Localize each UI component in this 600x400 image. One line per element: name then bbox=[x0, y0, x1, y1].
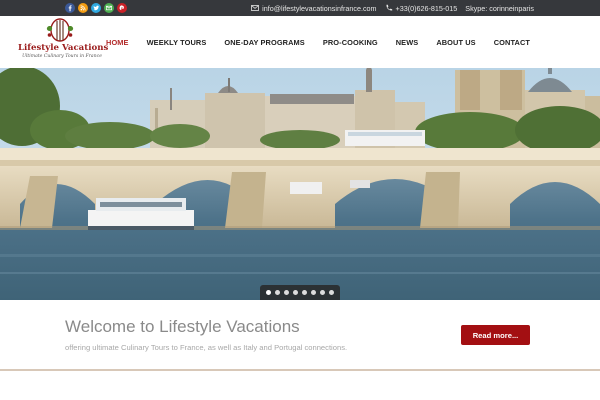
logo-icon bbox=[46, 18, 74, 42]
slider-dot[interactable] bbox=[266, 290, 271, 295]
phone-icon bbox=[386, 4, 392, 11]
social-links bbox=[65, 3, 127, 13]
twitter-icon[interactable] bbox=[91, 3, 101, 13]
slider-dot[interactable] bbox=[275, 290, 280, 295]
slider-dot[interactable] bbox=[329, 290, 334, 295]
contact-skype[interactable]: Skype: corinneinparis bbox=[465, 4, 534, 13]
nav-one-day-programs[interactable]: ONE-DAY PROGRAMS bbox=[224, 38, 304, 47]
top-bar: info@lifestylevacationsinfrance.com +33(… bbox=[0, 0, 600, 16]
contact-info: info@lifestylevacationsinfrance.com +33(… bbox=[251, 2, 534, 14]
nav-weekly-tours[interactable]: WEEKLY TOURS bbox=[147, 38, 207, 47]
contact-phone[interactable]: +33(0)626-815-015 bbox=[396, 4, 458, 13]
welcome-subtitle: offering ultimate Culinary Tours to Fran… bbox=[65, 343, 348, 352]
read-more-button[interactable]: Read more... bbox=[461, 325, 530, 345]
email-icon bbox=[251, 5, 260, 11]
main-nav: HOME WEEKLY TOURS ONE-DAY PROGRAMS PRO-C… bbox=[88, 16, 530, 68]
page-bottom bbox=[0, 371, 600, 400]
nav-pro-cooking[interactable]: PRO-COOKING bbox=[323, 38, 378, 47]
slider-dot[interactable] bbox=[284, 290, 289, 295]
nav-about-us[interactable]: ABOUT US bbox=[436, 38, 475, 47]
facebook-icon[interactable] bbox=[65, 3, 75, 13]
welcome-title: Welcome to Lifestyle Vacations bbox=[65, 317, 300, 336]
nav-news[interactable]: NEWS bbox=[396, 38, 419, 47]
contact-email[interactable]: info@lifestylevacationsinfrance.com bbox=[262, 4, 376, 13]
slider-dot[interactable] bbox=[293, 290, 298, 295]
slide-image bbox=[0, 68, 600, 300]
email-icon[interactable] bbox=[104, 3, 114, 13]
hero-slider[interactable] bbox=[0, 68, 600, 300]
pinterest-icon[interactable] bbox=[117, 3, 127, 13]
site-header: Lifestyle Vacations Ultimate Culinary To… bbox=[0, 16, 600, 68]
slider-dot[interactable] bbox=[320, 290, 325, 295]
slider-dot[interactable] bbox=[311, 290, 316, 295]
rss-icon[interactable] bbox=[78, 3, 88, 13]
nav-contact[interactable]: CONTACT bbox=[494, 38, 530, 47]
nav-home[interactable]: HOME bbox=[106, 38, 129, 47]
slider-dot[interactable] bbox=[302, 290, 307, 295]
slider-pagination bbox=[260, 285, 340, 300]
